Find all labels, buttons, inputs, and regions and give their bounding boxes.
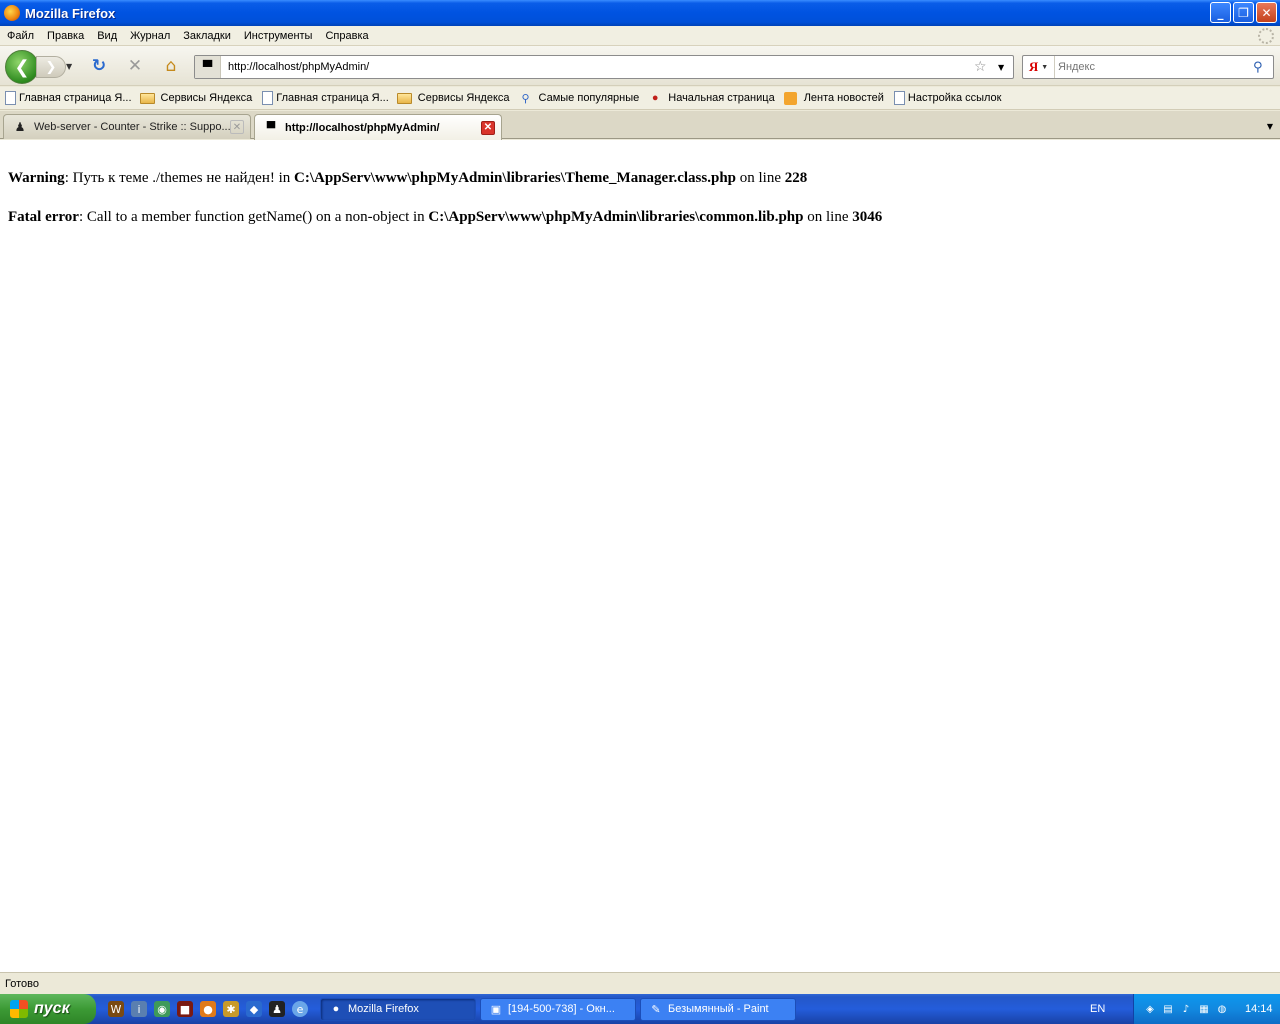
fatal-error-message: Fatal error: Call to a member function g… [8, 209, 883, 225]
menu-help[interactable]: Справка [318, 30, 374, 42]
rss-icon [784, 91, 798, 105]
search-engine-icon[interactable]: Я ▼ [1023, 56, 1055, 78]
tab-bar: ♟ Web-server - Counter - Strike :: Suppo… [0, 111, 1280, 140]
network-icon[interactable]: ▤ [1161, 1002, 1175, 1016]
app-icon[interactable]: ◆ [246, 1001, 262, 1017]
warcraft-icon[interactable]: W [108, 1001, 124, 1017]
warning-message: Warning: Путь к теме ./themes не найден!… [8, 170, 808, 186]
menu-view[interactable]: Вид [90, 30, 123, 42]
close-tab-icon[interactable]: ✕ [481, 120, 495, 135]
counter-strike-icon: ♟ [14, 120, 26, 134]
firefox-icon [4, 5, 20, 21]
quick-launch: W i ◉ ■ ● ✱ ◆ ♟ e [108, 1001, 308, 1017]
task-paint[interactable]: ✎ Безымянный - Paint [640, 997, 796, 1021]
speaker-icon[interactable]: ♪ [1179, 1002, 1193, 1016]
arrow-right-icon: ❯ [45, 59, 57, 75]
language-indicator[interactable]: EN [1090, 994, 1105, 1024]
search-bar[interactable]: Я▼ ⚲ [1022, 55, 1274, 79]
bookmark-item[interactable]: Лента новостей [783, 91, 884, 106]
menu-edit[interactable]: Правка [40, 30, 90, 42]
forward-button[interactable]: ❯ [36, 56, 66, 78]
tab-list-dropdown-icon[interactable]: ▼ [1260, 114, 1280, 139]
game-icon[interactable]: ■ [177, 1001, 193, 1017]
browser-icon[interactable]: e [292, 1001, 308, 1017]
minimize-button[interactable]: _ [1210, 2, 1231, 23]
task-window[interactable]: ▣ [194-500-738] - Окн... [480, 997, 636, 1021]
start-button[interactable]: пуск [0, 994, 96, 1024]
menu-bookmarks[interactable]: Закладки [176, 30, 237, 42]
clock[interactable]: 14:14 [1245, 1003, 1273, 1015]
page-icon [893, 91, 905, 105]
bookmark-item[interactable]: Сервисы Яндекса [140, 91, 252, 106]
home-icon[interactable]: ⌂ [161, 56, 181, 76]
window-title: Mozilla Firefox [25, 5, 116, 21]
window-controls: _ ❐ ✕ [1210, 2, 1277, 23]
counter-strike-icon[interactable]: ♟ [269, 1001, 285, 1017]
menu-bar: Файл Правка Вид Журнал Закладки Инструме… [0, 26, 1280, 46]
close-window-button[interactable]: ✕ [1256, 2, 1277, 23]
windows-logo-icon [10, 1000, 28, 1018]
paint-icon: ✎ [651, 1003, 661, 1016]
maximize-button[interactable]: ❐ [1233, 2, 1254, 23]
bookmark-star-icon[interactable]: ☆ [974, 59, 992, 75]
system-tray: ◈ ▤ ♪ ▦ ◍ 14:14 [1133, 994, 1280, 1024]
bookmark-item[interactable]: Главная страница Я... [3, 91, 132, 105]
shield-icon[interactable]: ◈ [1143, 1002, 1157, 1016]
throbber-icon [1258, 28, 1274, 44]
window-titlebar[interactable]: Mozilla Firefox _ ❐ ✕ [0, 0, 1280, 26]
search-icon: ⚲ [521, 92, 530, 105]
search-icon[interactable]: ⚲ [1253, 60, 1273, 75]
status-bar: Готово [0, 972, 1280, 994]
folder-icon [140, 92, 156, 104]
bookmark-item[interactable]: ● Начальная страница [647, 91, 775, 106]
url-text[interactable]: http://localhost/phpMyAdmin/ [228, 61, 974, 73]
page-icon [262, 91, 274, 105]
status-text: Готово [5, 977, 39, 990]
stop-icon[interactable]: ✕ [125, 56, 145, 76]
menu-file[interactable]: Файл [0, 30, 40, 42]
red-logo-icon: ● [651, 92, 659, 104]
info-icon[interactable]: i [131, 1001, 147, 1017]
close-tab-icon[interactable]: ✕ [230, 120, 244, 134]
reload-icon[interactable]: ↻ [89, 56, 109, 76]
page-icon [5, 91, 16, 105]
firefox-icon[interactable]: ● [200, 1001, 216, 1017]
bug-icon[interactable]: ✱ [223, 1001, 239, 1017]
monitor-icon[interactable]: ▦ [1197, 1002, 1211, 1016]
task-firefox[interactable]: ● Mozilla Firefox [320, 997, 476, 1021]
bookmark-item[interactable]: Настройка ссылок [892, 91, 1002, 105]
bookmark-item[interactable]: ⚲ Самые популярные [518, 91, 640, 106]
firefox-icon: ● [332, 1003, 340, 1015]
taskbar: пуск W i ◉ ■ ● ✱ ◆ ♟ e ● Mozilla Firefox … [0, 994, 1280, 1024]
menu-tools[interactable]: Инструменты [237, 30, 319, 42]
site-identity-icon[interactable]: ▀ [195, 56, 221, 78]
search-input[interactable] [1055, 61, 1253, 73]
back-button[interactable]: ❮ [5, 50, 39, 84]
menu-history[interactable]: Журнал [123, 30, 176, 42]
update-icon[interactable]: ◍ [1215, 1002, 1229, 1016]
bookmark-item[interactable]: Главная страница Я... [260, 91, 389, 105]
arrow-left-icon: ❮ [14, 56, 30, 78]
tab-web-server[interactable]: ♟ Web-server - Counter - Strike :: Suppo… [3, 114, 251, 139]
globe-icon[interactable]: ◉ [154, 1001, 170, 1017]
url-bar[interactable]: ▀ http://localhost/phpMyAdmin/ ☆ ▼ [194, 55, 1014, 79]
bookmark-item[interactable]: Сервисы Яндекса [397, 91, 510, 106]
tab-phpmyadmin[interactable]: ▀ http://localhost/phpMyAdmin/ ✕ [254, 114, 502, 140]
site-identity-icon: ▀ [266, 120, 276, 135]
bookmarks-toolbar: Главная страница Я... Сервисы Яндекса Гл… [0, 87, 1280, 110]
window-icon: ▣ [490, 1003, 502, 1016]
page-content: Warning: Путь к теме ./themes не найден!… [0, 140, 1280, 972]
url-dropdown-icon[interactable]: ▼ [998, 63, 1010, 72]
history-dropdown-icon[interactable]: ▼ [66, 62, 72, 71]
folder-icon [397, 92, 413, 104]
navigation-toolbar: ❮ ❯ ▼ ↻ ✕ ⌂ ▀ http://localhost/phpMyAdmi… [0, 46, 1280, 86]
